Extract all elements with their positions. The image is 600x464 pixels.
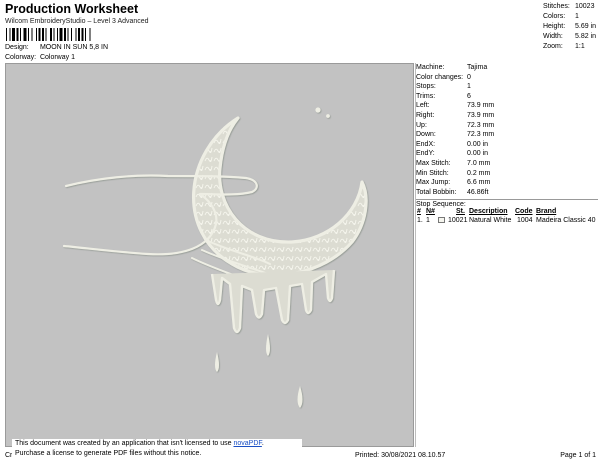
novapdf-link[interactable]: novaPDF: [233, 440, 261, 447]
barcode: [6, 28, 91, 41]
barcode-bar: [75, 28, 77, 41]
col-num: #: [417, 208, 421, 215]
barcode-bar: [81, 28, 84, 41]
design-value: MOON IN SUN 5,8 IN: [39, 44, 109, 51]
info-up: Up: 72.3 mm: [416, 121, 495, 129]
barcode-bar: [9, 28, 11, 41]
star-dot: [326, 114, 330, 118]
col-st: St.: [456, 208, 465, 215]
row-n: 1: [426, 217, 430, 224]
info-endx: EndX: 0.00 in: [416, 140, 489, 148]
notice-line-2: Purchase a license to generate PDF files…: [15, 450, 202, 457]
row-brand: Madeira Classic 40: [536, 217, 596, 224]
design-label: Design:: [5, 44, 29, 51]
stats-panel: Stitches: 10023 Colors: 1 Height: 5.69 in W…: [543, 2, 596, 52]
machine-info-panel: Machine: Tajima Color changes: 0 Stops: 1 T…: [416, 63, 598, 197]
stat-zoom: Zoom: 1:1: [543, 43, 585, 50]
barcode-bar: [71, 28, 72, 41]
barcode-bar: [28, 28, 29, 41]
barcode-bar: [23, 28, 27, 41]
drop: [215, 352, 219, 372]
info-max-jump: Max Jump: 6.6 mm: [416, 179, 491, 187]
barcode-bar: [36, 28, 37, 41]
drop: [266, 334, 270, 356]
col-code: Code: [515, 208, 533, 215]
colorway-line: Colorway: Colorway 1: [5, 54, 75, 61]
software-subtitle: Wilcom EmbroideryStudio – Level 3 Advanc…: [5, 18, 149, 25]
row-num: 1.: [417, 217, 423, 224]
col-n: N#: [426, 208, 435, 215]
barcode-bar: [67, 28, 69, 41]
info-right: Right: 73.9 mm: [416, 111, 495, 119]
colorway-value: Colorway 1: [39, 54, 75, 61]
barcode-bar: [59, 28, 63, 41]
row-st: 10021: [448, 217, 468, 224]
barcode-bar: [12, 28, 15, 41]
drop: [297, 386, 303, 408]
moon-drips: [210, 269, 336, 334]
info-stops: Stops: 1: [416, 83, 471, 91]
thread-color-swatch: [438, 217, 445, 223]
barcode-bar: [38, 28, 41, 41]
barcode-bar: [78, 28, 80, 41]
info-left: Left: 73.9 mm: [416, 102, 495, 110]
barcode-bar: [16, 28, 19, 41]
row-code: 1004: [517, 217, 533, 224]
barcode-bar: [45, 28, 47, 41]
info-down: Down: 72.3 mm: [416, 131, 495, 139]
barcode-bar: [20, 28, 21, 41]
info-max-stitch: Max Stitch: 7.0 mm: [416, 159, 491, 167]
colorway-label: Colorway:: [5, 54, 37, 61]
barcode-bar: [85, 28, 86, 41]
stat-colors: Colors: 1: [543, 13, 579, 20]
worksheet-title: Production Worksheet: [5, 2, 139, 16]
notice-line-1: This document was created by an applicat…: [15, 440, 264, 447]
stat-width: Width: 5.82 in: [543, 33, 597, 40]
barcode-bar: [6, 28, 7, 41]
embroidery-design-artwork: [62, 107, 368, 408]
barcode-bar: [31, 28, 33, 41]
stop-sequence-title: Stop Sequence:: [416, 199, 598, 208]
info-color-changes: Color changes: 0: [416, 73, 471, 81]
info-total-bobbin: Total Bobbin: 46.86ft: [416, 188, 489, 196]
barcode-bar: [57, 28, 58, 41]
page-number: Page 1 of 1: [560, 452, 596, 459]
info-endy: EndY: 0.00 in: [416, 150, 489, 158]
star-dot: [315, 107, 321, 113]
col-description: Description: [469, 208, 508, 215]
printed-timestamp: Printed: 30/08/2021 08.10.57: [355, 452, 446, 459]
barcode-bar: [42, 28, 44, 41]
license-notice: This document was created by an applicat…: [12, 439, 302, 459]
stat-height: Height: 5.69 in: [543, 23, 597, 30]
barcode-bar: [53, 28, 55, 41]
info-min-stitch: Min Stitch: 0.2 mm: [416, 169, 491, 177]
col-brand: Brand: [536, 208, 557, 215]
design-preview: [5, 63, 414, 447]
barcode-bar: [50, 28, 52, 41]
row-description: Natural White: [469, 217, 512, 224]
moon-crescent: [191, 116, 368, 277]
barcode-bar: [64, 28, 66, 41]
info-trims: Trims: 6: [416, 92, 471, 100]
design-line: Design: MOON IN SUN 5,8 IN: [5, 44, 108, 51]
barcode-bar: [89, 28, 91, 41]
stat-stitches: Stitches: 10023: [543, 3, 595, 10]
info-machine: Machine: Tajima: [416, 64, 488, 71]
